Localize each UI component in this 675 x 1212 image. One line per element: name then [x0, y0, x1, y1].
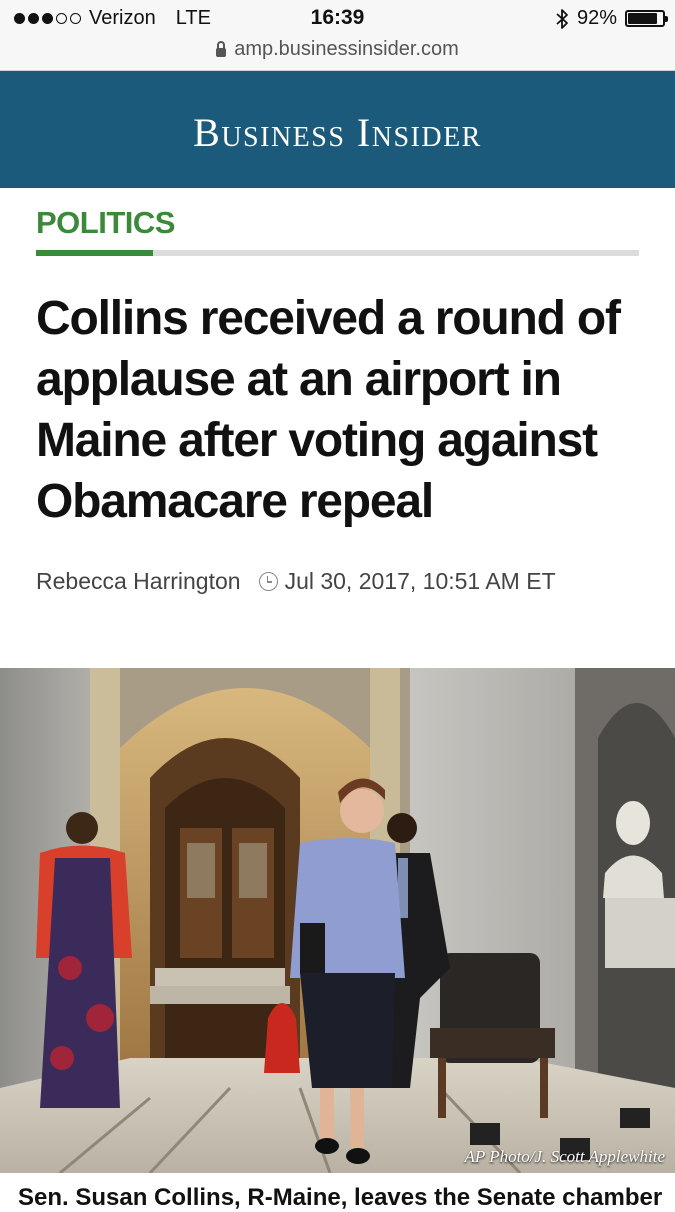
- lock-icon: [216, 40, 227, 57]
- site-logo[interactable]: Business Insider: [0, 109, 675, 156]
- battery-icon: [625, 10, 668, 27]
- article-photo: AP Photo/J. Scott Applewhite: [0, 668, 675, 1173]
- photo-credit: AP Photo/J. Scott Applewhite: [464, 1147, 665, 1166]
- url-text[interactable]: amp.businessinsider.com: [234, 38, 459, 61]
- site-header: Business Insider: [0, 71, 675, 188]
- clock-icon: [258, 572, 278, 591]
- address-bar[interactable]: amp.businessinsider.com: [0, 36, 675, 71]
- section-divider-accent: [36, 250, 153, 256]
- bluetooth-icon: [556, 8, 568, 29]
- battery-percent: 92%: [576, 7, 617, 29]
- photo-caption: Sen. Susan Collins, R-Maine, leaves the …: [18, 1184, 663, 1211]
- status-right: 92%: [555, 7, 668, 30]
- status-bar: Verizon LTE 16:39 92%: [0, 0, 675, 36]
- section-link[interactable]: POLITICS: [36, 205, 175, 241]
- article-headline: Collins received a round of applause at …: [36, 292, 621, 528]
- byline: Rebecca Harrington Jul 30, 2017, 10:51 A…: [36, 568, 556, 595]
- publish-date: Jul 30, 2017, 10:51 AM ET: [284, 568, 556, 594]
- author-link[interactable]: Rebecca Harrington: [36, 568, 241, 595]
